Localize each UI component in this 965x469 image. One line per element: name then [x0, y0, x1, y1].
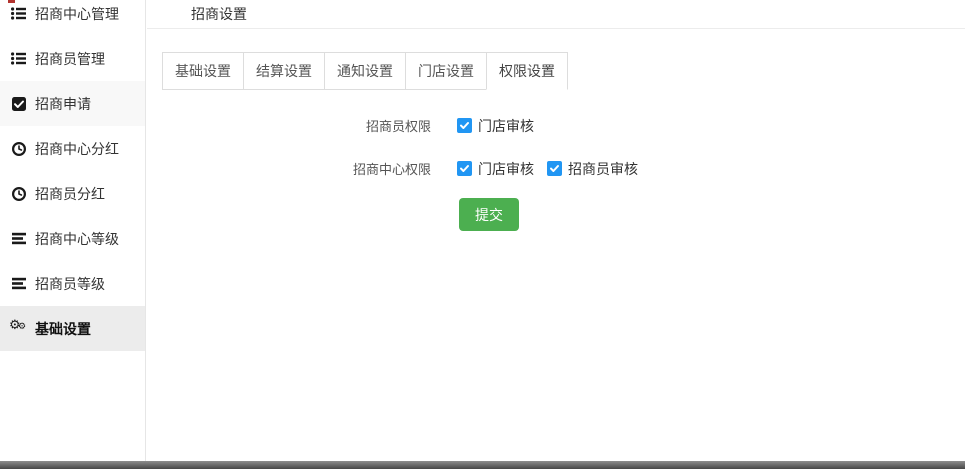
sidebar-item-merchant-center-level[interactable]: 招商中心等级: [0, 216, 145, 261]
form-label: 招商中心权限: [147, 159, 431, 178]
checkbox-group: 门店审核 招商员审核: [457, 159, 651, 179]
list-icon: [10, 6, 27, 21]
sidebar-item-label: 招商中心等级: [35, 229, 119, 249]
sidebar-item-label: 招商员管理: [35, 49, 105, 69]
form-label: 招商员权限: [147, 116, 431, 135]
checkbox-item: 招商员审核: [547, 159, 638, 179]
sidebar-item-label: 招商中心管理: [35, 4, 119, 24]
tab-basic-settings[interactable]: 基础设置: [162, 52, 244, 90]
checkbox-item: 门店审核: [457, 116, 534, 136]
checkbox-store-audit[interactable]: [457, 118, 472, 133]
tab-permission-settings[interactable]: 权限设置: [486, 52, 568, 90]
tab-label: 权限设置: [499, 63, 555, 79]
sidebar-item-merchant-staff-dividend[interactable]: 招商员分红: [0, 171, 145, 216]
checkbox-label[interactable]: 门店审核: [478, 159, 534, 179]
settings-tabs: 基础设置 结算设置 通知设置 门店设置 权限设置: [162, 52, 965, 90]
tab-label: 基础设置: [175, 63, 231, 79]
tab-label: 门店设置: [418, 63, 474, 79]
page-title: 招商设置: [191, 4, 247, 24]
cogs-icon: ⚙⚙: [10, 321, 27, 336]
clock-icon: [10, 141, 27, 156]
sidebar-item-label: 招商员等级: [35, 274, 105, 294]
bars-icon: [10, 231, 27, 246]
sidebar-item-label: 基础设置: [35, 319, 91, 339]
tab-label: 通知设置: [337, 63, 393, 79]
sidebar-item-merchant-center-management[interactable]: 招商中心管理: [0, 0, 145, 36]
check-square-icon: [10, 96, 27, 111]
tab-settlement-settings[interactable]: 结算设置: [243, 52, 325, 90]
checkbox-label[interactable]: 招商员审核: [568, 159, 638, 179]
checkbox-group: 门店审核: [457, 116, 547, 136]
tab-store-settings[interactable]: 门店设置: [405, 52, 487, 90]
sidebar-item-label: 招商中心分红: [35, 139, 119, 159]
cropped-artifact: [8, 0, 15, 3]
admin-app: 招商中心管理 招商员管理 招商申请 招商中心分红: [0, 0, 965, 469]
sidebar-item-label: 招商申请: [35, 94, 91, 114]
sidebar-item-merchant-center-dividend[interactable]: 招商中心分红: [0, 126, 145, 171]
checkbox-store-audit-2[interactable]: [457, 161, 472, 176]
checkbox-staff-audit[interactable]: [547, 161, 562, 176]
list-icon: [10, 51, 27, 66]
page-header: 招商设置: [147, 0, 965, 29]
clock-icon: [10, 186, 27, 201]
tab-label: 结算设置: [256, 63, 312, 79]
sidebar-menu: 招商中心管理 招商员管理 招商申请 招商中心分红: [0, 0, 145, 351]
sidebar-item-merchant-application[interactable]: 招商申请: [0, 81, 145, 126]
form-row-center-permission: 招商中心权限 门店审核 招商员审核: [147, 147, 965, 190]
checkbox-item: 门店审核: [457, 159, 534, 179]
sidebar-item-basic-settings[interactable]: ⚙⚙ 基础设置: [0, 306, 145, 351]
submit-button[interactable]: 提交: [459, 198, 519, 231]
tab-notification-settings[interactable]: 通知设置: [324, 52, 406, 90]
checkbox-label[interactable]: 门店审核: [478, 116, 534, 136]
sidebar-item-merchant-staff-management[interactable]: 招商员管理: [0, 36, 145, 81]
sidebar-item-label: 招商员分红: [35, 184, 105, 204]
sidebar: 招商中心管理 招商员管理 招商申请 招商中心分红: [0, 0, 146, 461]
permission-form: 招商员权限 门店审核 招商中心权限: [147, 104, 965, 231]
main-content: 招商设置 基础设置 结算设置 通知设置 门店设置 权限设置 招商员权限 门店审核: [147, 0, 965, 461]
form-row-staff-permission: 招商员权限 门店审核: [147, 104, 965, 147]
sidebar-item-merchant-staff-level[interactable]: 招商员等级: [0, 261, 145, 306]
bottom-edge-bar: [0, 461, 965, 469]
bars-icon: [10, 276, 27, 291]
